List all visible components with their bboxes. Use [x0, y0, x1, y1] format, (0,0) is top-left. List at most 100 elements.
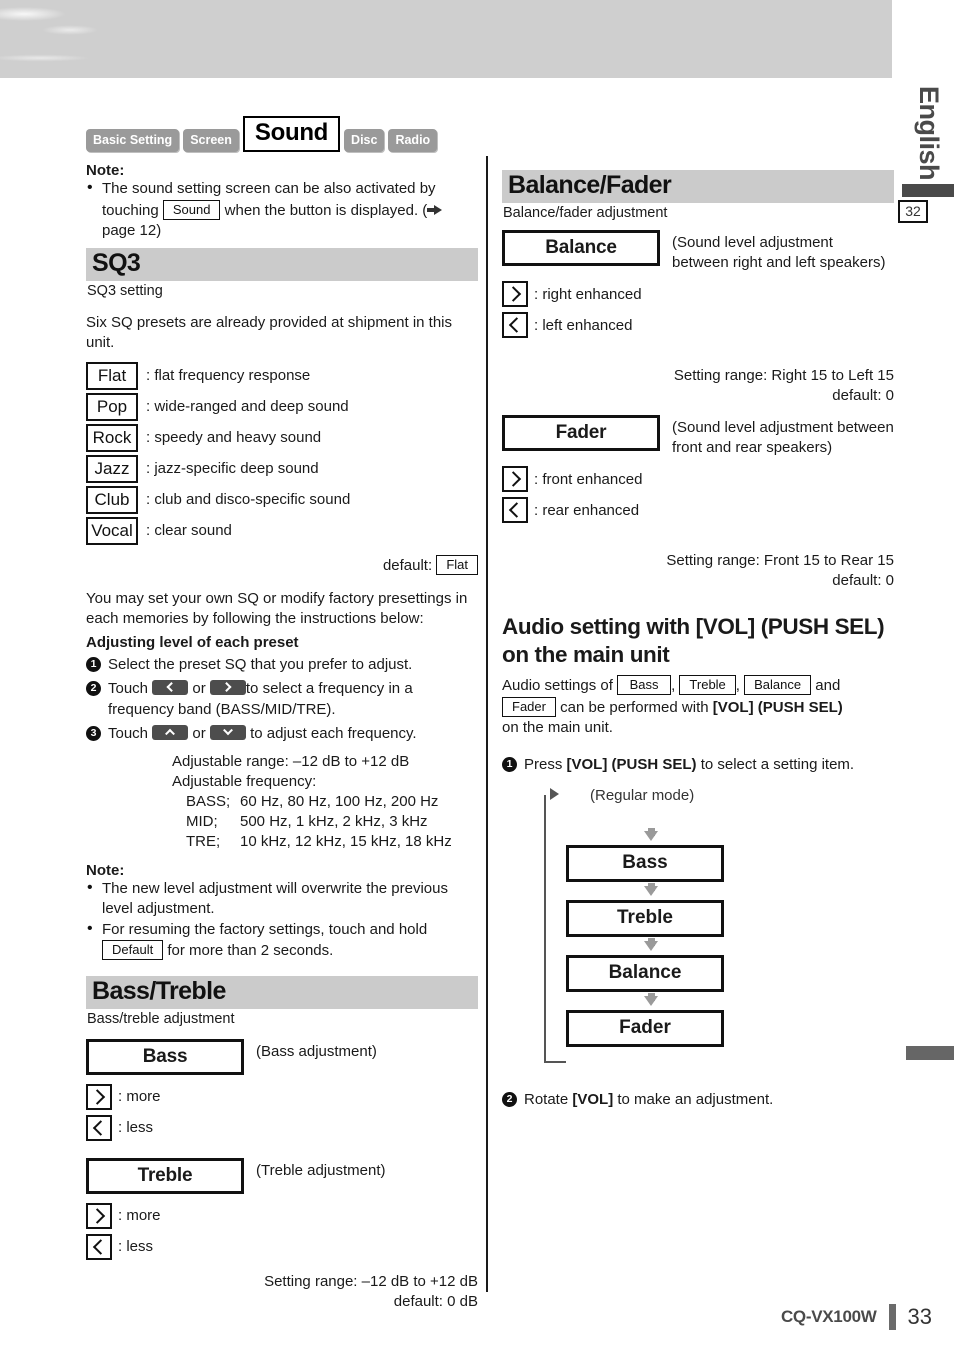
flow-box-treble[interactable]: Treble — [566, 899, 724, 937]
treble-less-row: : less — [86, 1233, 478, 1260]
sq3-default-line: default: Flat — [86, 554, 478, 575]
vol-inline-fader-button[interactable]: Fader — [502, 696, 556, 717]
vol-inline-treble-button[interactable]: Treble — [679, 675, 736, 695]
treble-more-label: : more — [118, 1207, 161, 1224]
step-2-text-a: Touch — [108, 679, 149, 697]
balance-button[interactable]: Balance — [502, 230, 660, 266]
vol-intro-c: can be performed with — [560, 698, 709, 716]
preset-row: Rock : speedy and heavy sound — [86, 423, 478, 452]
page-footer: CQ-VX100W 33 — [781, 1304, 932, 1330]
vol-intro-d: on the main unit. — [502, 719, 613, 736]
fader-rear-row: : rear enhanced — [502, 497, 894, 523]
sq3-adjust-title: Adjusting level of each preset — [86, 633, 299, 651]
flow-box-bass[interactable]: Bass — [566, 844, 724, 882]
sq3-heading: SQ3 — [86, 247, 478, 281]
default-inline-button[interactable]: Default — [102, 940, 164, 960]
chevron-left-icon[interactable] — [86, 1114, 112, 1141]
sq3-preset-list: Flat : flat frequency response Pop : wid… — [86, 361, 478, 545]
bass-more-row: : more — [86, 1083, 478, 1110]
right-arrow-icon — [427, 204, 443, 216]
tab-basic-setting[interactable]: Basic Setting — [86, 129, 180, 152]
note-top-item: The sound setting screen can be also act… — [86, 178, 478, 242]
tab-bar: Basic Setting Screen Sound Disc Radio — [86, 108, 478, 152]
chevron-right-icon[interactable] — [86, 1202, 112, 1229]
chevron-left-icon[interactable] — [86, 1233, 112, 1260]
balance-button-note: (Sound level adjustment between right an… — [672, 230, 885, 272]
chevron-right-icon[interactable] — [86, 1083, 112, 1110]
chevron-up-key-icon[interactable] — [152, 724, 189, 740]
manual-page: English 32 Basic Setting Screen Sound Di… — [0, 0, 954, 1348]
fader-rear-label: : rear enhanced — [534, 501, 640, 519]
down-arrow-icon — [644, 827, 658, 841]
fader-button[interactable]: Fader — [502, 415, 660, 451]
tab-disc[interactable]: Disc — [344, 129, 385, 152]
spec-values-bass: 60 Hz, 80 Hz, 100 Hz, 200 Hz — [240, 792, 439, 810]
tab-radio[interactable]: Radio — [388, 129, 438, 152]
bass-treble-range: Setting range: –12 dB to +12 dB default:… — [86, 1272, 478, 1312]
balance-fader-caption: Balance/fader adjustment — [503, 205, 668, 221]
balance-range-line1: Setting range: Right 15 to Left 15 — [673, 367, 894, 384]
bass-less-label: : less — [118, 1119, 154, 1136]
flow-box-fader[interactable]: Fader — [566, 1009, 724, 1047]
bass-less-row: : less — [86, 1114, 478, 1141]
tab-screen[interactable]: Screen — [183, 129, 239, 152]
footer-divider — [888, 1304, 896, 1330]
vol-inline-bass-button[interactable]: Bass — [617, 675, 672, 695]
preset-desc-vocal: : clear sound — [146, 522, 232, 539]
preset-button-pop[interactable]: Pop — [86, 392, 138, 421]
bass-treble-caption: Bass/treble adjustment — [87, 1010, 235, 1027]
note-bottom-text-b: for more than 2 seconds. — [167, 942, 334, 959]
balance-button-row: Balance (Sound level adjustment between … — [502, 230, 894, 272]
vol-intro-b: and — [815, 677, 841, 694]
chevron-right-key-icon[interactable] — [209, 679, 246, 695]
vol-inline-balance-button[interactable]: Balance — [744, 675, 812, 695]
vol-step-1: 1 Press [VOL] (PUSH SEL) to select a set… — [502, 754, 894, 775]
preset-desc-jazz: : jazz-specific deep sound — [146, 460, 319, 477]
down-arrow-icon — [644, 882, 658, 896]
sq3-intro: Six SQ presets are already provided at s… — [86, 313, 453, 352]
treble-more-row: : more — [86, 1202, 478, 1229]
tab-sound[interactable]: Sound — [242, 116, 341, 152]
flow-regular-mode-label: (Regular mode) — [590, 786, 695, 804]
preset-button-vocal[interactable]: Vocal — [86, 516, 138, 545]
vol-step2-a: Rotate — [524, 1090, 569, 1108]
down-arrow-icon — [644, 992, 658, 1006]
fader-range-line2: default: 0 — [832, 572, 894, 589]
preset-row: Pop : wide-ranged and deep sound — [86, 392, 478, 421]
step-3-text-c: to adjust each frequency. — [250, 724, 417, 742]
preset-button-flat[interactable]: Flat — [86, 361, 138, 390]
bass-button-row: Bass (Bass adjustment) — [86, 1038, 478, 1075]
fader-button-row: Fader (Sound level adjustment between fr… — [502, 415, 894, 457]
bass-button[interactable]: Bass — [86, 1038, 244, 1075]
sound-inline-button[interactable]: Sound — [162, 199, 221, 220]
note-top-text-2: when the button is displayed. ( — [224, 201, 428, 219]
right-column: Balance/Fader Balance/fader adjustment B… — [502, 170, 894, 1110]
chevron-down-key-icon[interactable] — [209, 724, 246, 740]
preset-button-jazz[interactable]: Jazz — [86, 454, 138, 483]
step-number: 3 — [86, 725, 101, 741]
left-column: Basic Setting Screen Sound Disc Radio No… — [86, 108, 478, 1312]
fader-note-line2: front and rear speakers) — [672, 438, 833, 456]
vol-section-intro: Audio settings of Bass, Treble, Balance … — [502, 675, 894, 739]
language-label: English — [914, 86, 944, 181]
flow-box-balance[interactable]: Balance — [566, 954, 724, 992]
balance-right-row: : right enhanced — [502, 281, 894, 307]
chevron-left-key-icon[interactable] — [152, 679, 189, 695]
balance-right-label: : right enhanced — [534, 285, 642, 303]
preset-button-rock[interactable]: Rock — [86, 423, 138, 452]
treble-button[interactable]: Treble — [86, 1157, 244, 1194]
vol-section-heading: Audio setting with [VOL] (PUSH SEL) on t… — [502, 614, 885, 667]
chevron-left-icon[interactable] — [502, 497, 528, 523]
spec-row-mid: MID; 500 Hz, 1 kHz, 2 kHz, 3 kHz — [186, 812, 478, 832]
preset-button-club[interactable]: Club — [86, 485, 138, 514]
note-bottom-title: Note: — [86, 861, 125, 879]
fader-range: Setting range: Front 15 to Rear 15 defau… — [502, 551, 894, 591]
bass-button-note: (Bass adjustment) — [256, 1042, 377, 1060]
fader-range-line1: Setting range: Front 15 to Rear 15 — [666, 552, 894, 569]
chevron-left-icon[interactable] — [502, 312, 528, 338]
header-band — [0, 0, 892, 78]
vol-intro-bold: [VOL] (PUSH SEL) — [712, 698, 843, 716]
chevron-right-icon[interactable] — [502, 466, 528, 492]
chevron-right-icon[interactable] — [502, 281, 528, 307]
fader-front-label: : front enhanced — [534, 470, 643, 488]
